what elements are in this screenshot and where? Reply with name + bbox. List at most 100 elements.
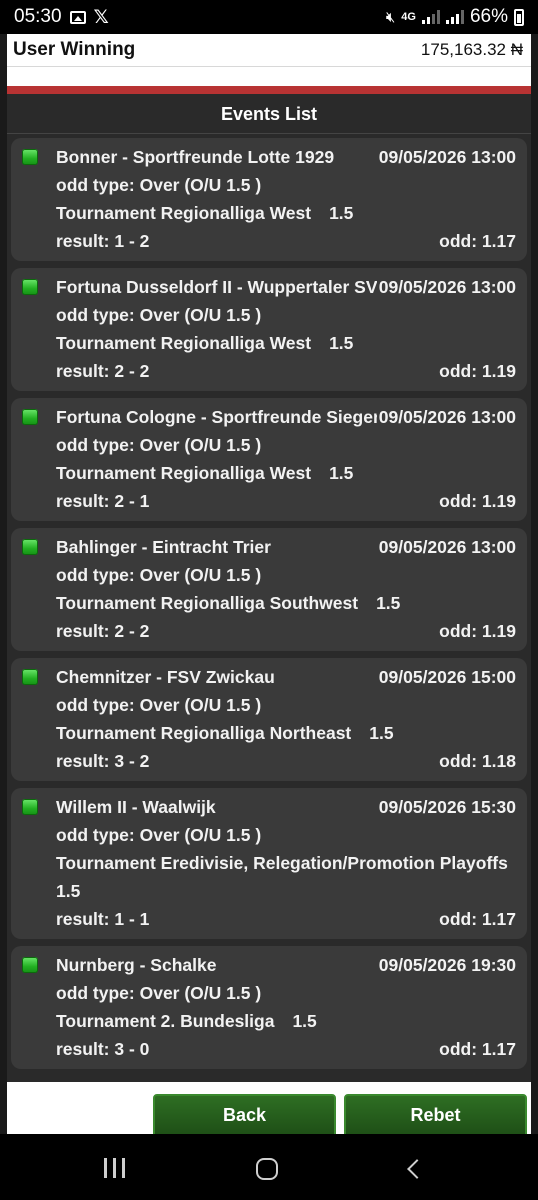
event-match: Willem II - Waalwijk <box>56 797 216 817</box>
event-match: Bahlinger - Eintracht Trier <box>56 537 271 557</box>
winning-amount: 175,163.32 ₦ <box>420 40 523 59</box>
event-match: Bonner - Sportfreunde Lotte 1929 <box>56 147 335 167</box>
back-nav-icon[interactable] <box>407 1159 427 1179</box>
status-indicator-icon <box>22 539 38 555</box>
event-result-row: result: 2 - 2 odd: 1.19 <box>19 617 519 645</box>
event-result: result: 2 - 2 <box>56 621 150 641</box>
event-line: 1.5 <box>56 881 81 901</box>
event-odd-type-row: odd type: Over (O/U 1.5 ) <box>19 691 519 719</box>
signal-icon <box>421 10 440 24</box>
event-odd-type: odd type: Over (O/U 1.5 ) <box>56 305 262 325</box>
event-result-row: result: 3 - 0 odd: 1.17 <box>19 1035 519 1063</box>
event-odd-type-row: odd type: Over (O/U 1.5 ) <box>19 171 519 199</box>
header-divider <box>7 66 531 67</box>
event-tournament-row: Tournament Regionalliga West 1.5 <box>19 199 519 227</box>
event-odd-type: odd type: Over (O/U 1.5 ) <box>56 983 262 1003</box>
event-tournament-row: Tournament Regionalliga West 1.5 <box>19 459 519 487</box>
event-odd: odd: 1.19 <box>439 491 516 511</box>
header-accent-bar <box>7 86 531 94</box>
event-tournament-row: Tournament Eredivisie, Relegation/Promot… <box>19 849 519 905</box>
event-tournament-row: Tournament Regionalliga Southwest 1.5 <box>19 589 519 617</box>
event-card[interactable]: Fortuna Dusseldorf II - Wuppertaler SV 0… <box>11 268 527 391</box>
event-tournament: Tournament Regionalliga West <box>56 333 312 353</box>
status-indicator-icon <box>22 799 38 815</box>
event-match: Nurnberg - Schalke <box>56 955 217 975</box>
event-result-row: result: 2 - 2 odd: 1.19 <box>19 357 519 385</box>
event-tournament: Tournament Regionalliga West <box>56 463 312 483</box>
event-odd: odd: 1.18 <box>439 751 516 771</box>
event-line: 1.5 <box>329 203 354 223</box>
page-title: User Winning <box>13 39 136 60</box>
event-tournament-row: Tournament Regionalliga West 1.5 <box>19 329 519 357</box>
event-date: 09/05/2026 13:00 <box>376 533 516 561</box>
event-odd-type: odd type: Over (O/U 1.5 ) <box>56 695 262 715</box>
event-odd-type-row: odd type: Over (O/U 1.5 ) <box>19 821 519 849</box>
navigation-bar <box>0 1134 538 1200</box>
rebet-button[interactable]: Rebet <box>344 1094 527 1138</box>
event-result: result: 3 - 2 <box>56 751 150 771</box>
event-odd: odd: 1.17 <box>439 1039 516 1059</box>
event-match: Fortuna Dusseldorf II - Wuppertaler SV <box>56 277 378 297</box>
event-result: result: 2 - 1 <box>56 491 150 511</box>
event-match: Fortuna Cologne - Sportfreunde Siegen 18… <box>56 407 428 427</box>
event-date: 09/05/2026 15:00 <box>376 663 516 691</box>
event-date: 09/05/2026 13:00 <box>376 403 516 431</box>
action-bar: Back Rebet <box>7 1082 531 1138</box>
network-type: 4G <box>401 11 416 23</box>
event-odd-type: odd type: Over (O/U 1.5 ) <box>56 825 262 845</box>
status-indicator-icon <box>22 957 38 973</box>
event-tournament: Tournament Eredivisie, Relegation/Promot… <box>56 853 508 873</box>
events-panel: Events List Bonner - Sportfreunde Lotte … <box>7 94 531 1082</box>
event-result: result: 3 - 0 <box>56 1039 150 1059</box>
event-odd-type: odd type: Over (O/U 1.5 ) <box>56 175 262 195</box>
mute-icon: 🔇︎ <box>385 8 396 26</box>
signal-icon-2 <box>445 10 464 24</box>
battery-icon <box>514 8 524 26</box>
event-tournament-row: Tournament Regionalliga Northeast 1.5 <box>19 719 519 747</box>
event-odd-type-row: odd type: Over (O/U 1.5 ) <box>19 301 519 329</box>
clock: 05:30 <box>14 6 62 27</box>
event-date: 09/05/2026 15:30 <box>376 793 516 821</box>
event-card[interactable]: Chemnitzer - FSV Zwickau 09/05/2026 15:0… <box>11 658 527 781</box>
status-bar: 05:30 𝕏 🔇︎ 4G 66% <box>0 0 538 34</box>
events-title: Events List <box>7 94 531 134</box>
event-date: 09/05/2026 13:00 <box>376 273 516 301</box>
status-indicator-icon <box>22 149 38 165</box>
event-card[interactable]: Bonner - Sportfreunde Lotte 1929 09/05/2… <box>11 138 527 261</box>
event-odd: odd: 1.17 <box>439 231 516 251</box>
events-list: Bonner - Sportfreunde Lotte 1929 09/05/2… <box>7 134 531 1069</box>
event-result: result: 2 - 2 <box>56 361 150 381</box>
battery-percent: 66% <box>469 6 508 27</box>
recent-apps-icon[interactable] <box>104 1158 125 1178</box>
event-result: result: 1 - 1 <box>56 909 150 929</box>
event-odd-type-row: odd type: Over (O/U 1.5 ) <box>19 979 519 1007</box>
event-date: 09/05/2026 13:00 <box>376 143 516 171</box>
event-line: 1.5 <box>376 593 401 613</box>
event-line: 1.5 <box>329 463 354 483</box>
event-result-row: result: 1 - 2 odd: 1.17 <box>19 227 519 255</box>
event-result-row: result: 1 - 1 odd: 1.17 <box>19 905 519 933</box>
event-result-row: result: 3 - 2 odd: 1.18 <box>19 747 519 775</box>
event-date: 09/05/2026 19:30 <box>376 951 516 979</box>
image-icon <box>69 10 86 24</box>
event-tournament: Tournament 2. Bundesliga <box>56 1011 275 1031</box>
event-card[interactable]: Nurnberg - Schalke 09/05/2026 19:30 odd … <box>11 946 527 1069</box>
event-result: result: 1 - 2 <box>56 231 150 251</box>
event-odd: odd: 1.19 <box>439 361 516 381</box>
status-indicator-icon <box>22 409 38 425</box>
event-tournament: Tournament Regionalliga West <box>56 203 312 223</box>
event-odd-type-row: odd type: Over (O/U 1.5 ) <box>19 561 519 589</box>
event-line: 1.5 <box>369 723 394 743</box>
event-odd-type: odd type: Over (O/U 1.5 ) <box>56 565 262 585</box>
event-result-row: result: 2 - 1 odd: 1.19 <box>19 487 519 515</box>
event-tournament-row: Tournament 2. Bundesliga 1.5 <box>19 1007 519 1035</box>
event-tournament: Tournament Regionalliga Southwest <box>56 593 359 613</box>
home-icon[interactable] <box>256 1158 278 1180</box>
event-card[interactable]: Willem II - Waalwijk 09/05/2026 15:30 od… <box>11 788 527 939</box>
event-card[interactable]: Fortuna Cologne - Sportfreunde Siegen 18… <box>11 398 527 521</box>
x-app-icon: 𝕏 <box>93 6 109 28</box>
event-card[interactable]: Bahlinger - Eintracht Trier 09/05/2026 1… <box>11 528 527 651</box>
back-button[interactable]: Back <box>153 1094 336 1138</box>
event-tournament: Tournament Regionalliga Northeast <box>56 723 352 743</box>
header: User Winning 175,163.32 ₦ <box>7 34 531 86</box>
